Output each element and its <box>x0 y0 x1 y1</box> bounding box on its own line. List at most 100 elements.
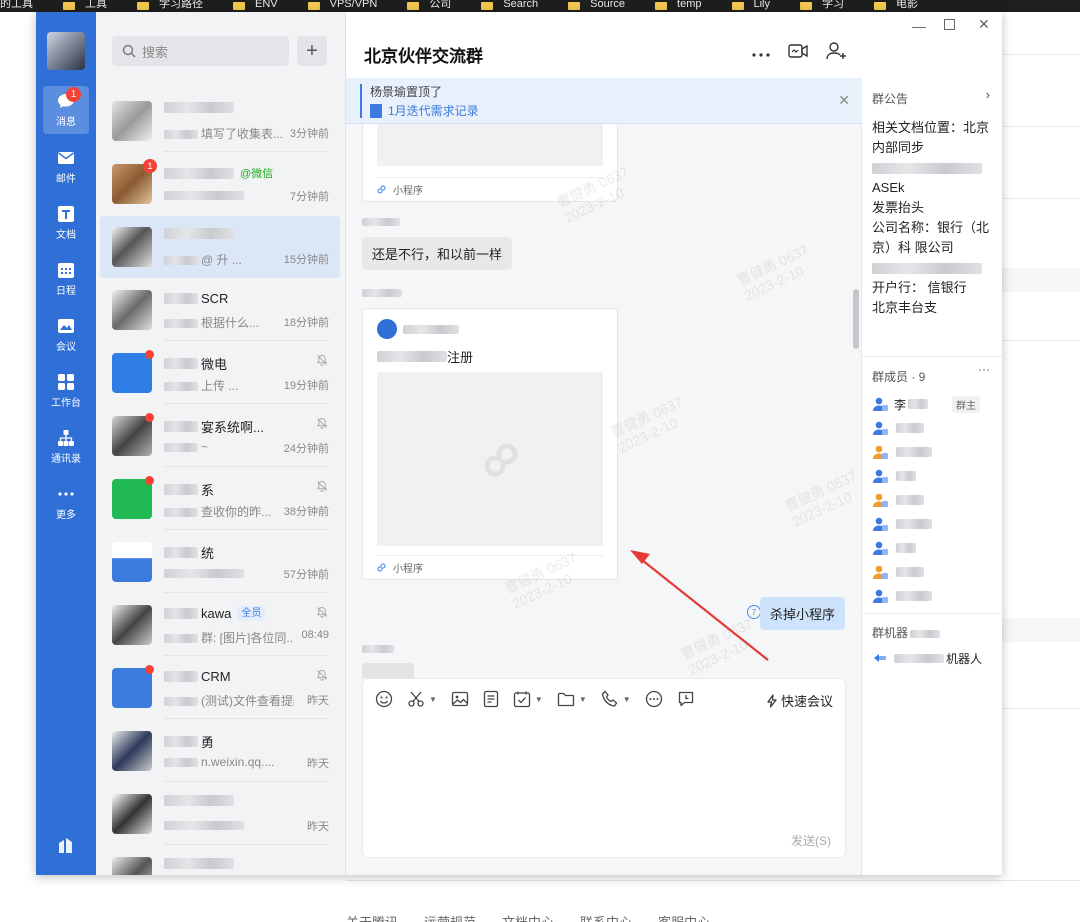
bookmark-item[interactable]: Source <box>568 0 625 10</box>
task-icon[interactable]: ▼ <box>513 689 543 709</box>
conversation-item[interactable]: kawa 全员 群: [图片]各位同... 08:49 <box>100 594 340 656</box>
footer-link[interactable]: 关于腾讯 <box>346 912 398 922</box>
member-item[interactable] <box>872 538 992 558</box>
bookmark-item[interactable]: 学习 <box>800 0 844 10</box>
folder-icon <box>307 2 320 10</box>
conversation-list: 搜索 + 填写了收集表... 3分钟前 1 @微信 7分钟前 @ 升 ... 15分钟前 SC… <box>96 12 346 875</box>
nav-item-mail[interactable]: 邮件 <box>43 143 89 191</box>
nav-item-contacts[interactable]: 通讯录 <box>43 423 89 471</box>
close-icon[interactable]: ✕ <box>838 92 850 109</box>
conversation-name: 系 <box>164 480 214 499</box>
member-item[interactable] <box>872 586 992 606</box>
conversation-item[interactable]: 勇 n.weixin.qq.... 昨天 <box>100 720 340 782</box>
screenshot-icon[interactable]: ▼ <box>407 689 437 709</box>
my-avatar[interactable] <box>47 32 85 70</box>
conversation-item[interactable]: 宴系统啊... ~24分钟前 <box>100 405 340 467</box>
members-title[interactable]: 群成员 · 9 <box>872 368 925 385</box>
conversation-item[interactable]: SCR 根据什么... 18分钟前 <box>100 279 340 341</box>
nav-label: 工作台 <box>51 398 81 409</box>
member-avatar-icon <box>873 517 888 531</box>
member-item[interactable] <box>872 442 992 462</box>
folder-icon[interactable]: ▼ <box>557 689 587 709</box>
maximize-icon[interactable] <box>944 17 955 33</box>
conversation-item[interactable]: CRM (测试)文件查看提醒 昨天 <box>100 657 340 719</box>
conversation-time: 57分钟前 <box>283 569 329 581</box>
member-item[interactable] <box>872 514 992 534</box>
footer-link[interactable]: 运营规范 <box>424 912 476 922</box>
robots-title[interactable]: 群机器 <box>872 624 941 641</box>
message-input[interactable] <box>375 723 835 823</box>
member-item[interactable] <box>872 490 992 510</box>
robot-item[interactable]: 机器人 <box>872 648 992 668</box>
pinned-doc-link[interactable]: 1月迭代需求记录 <box>370 102 479 119</box>
nav-item-more[interactable]: 更多 <box>43 479 89 527</box>
bookmark-item[interactable]: 公司 <box>407 0 451 10</box>
footer-link[interactable]: 客服中心 <box>658 912 710 922</box>
pinned-by-text: 杨景瑜置顶了 <box>370 85 443 99</box>
schedule-message-icon[interactable] <box>677 689 695 709</box>
conversation-name-text: 微电 <box>201 357 228 372</box>
bookmark-item[interactable]: 学习路径 <box>137 0 203 10</box>
message-bubble[interactable]: 还是不行，和以前一样 <box>362 237 513 270</box>
miniprogram-card[interactable]: 小程序 <box>362 124 618 202</box>
member-item[interactable] <box>872 466 992 486</box>
chat-scrollbar[interactable] <box>853 289 859 349</box>
conversation-item[interactable]: 1 @微信 7分钟前 <box>100 153 340 215</box>
footer-link[interactable]: 联系中心 <box>580 912 632 922</box>
unread-badge: 1 <box>66 87 81 102</box>
send-button[interactable]: 发送(S) <box>791 832 831 849</box>
add-button[interactable]: + <box>297 36 327 66</box>
miniprogram-card[interactable]: 注册 小程序 <box>362 308 618 580</box>
nav-item-workbench[interactable]: 工作台 <box>43 367 89 415</box>
bookmark-item[interactable]: 工具 <box>63 0 107 10</box>
meeting-icon <box>56 317 76 335</box>
member-item[interactable]: 李 群主 <box>872 394 992 414</box>
minimize-icon[interactable]: — <box>912 18 926 34</box>
member-item[interactable] <box>872 562 992 582</box>
bookmark-item[interactable]: ENV <box>233 0 278 10</box>
conversation-item[interactable]: 微电 上传 ... 19分钟前 <box>100 342 340 404</box>
mute-bell-icon <box>316 354 328 366</box>
chevron-right-icon[interactable]: › <box>986 87 990 102</box>
conversation-item[interactable]: 系查收你的昨... 38分钟前 <box>100 468 340 530</box>
nav-item-docs[interactable]: 文档 <box>43 199 89 247</box>
phone-icon[interactable]: ▼ <box>601 689 631 709</box>
conversation-item[interactable]: @ 升 ... 15分钟前 <box>100 216 340 278</box>
footer-link[interactable]: 文档中心 <box>502 912 554 922</box>
more-tools-icon[interactable] <box>645 689 663 709</box>
bookmark-label: 的工具 <box>0 0 33 10</box>
emoji-icon[interactable] <box>375 689 393 709</box>
conversation-name <box>164 102 237 113</box>
member-item[interactable] <box>872 418 992 438</box>
bookmark-item[interactable]: VPS/VPN <box>307 0 377 10</box>
nav-label: 文档 <box>56 230 76 241</box>
bookmark-item[interactable]: temp <box>655 0 702 10</box>
conversation-item[interactable]: [图片]昨天 <box>100 846 340 875</box>
nav-item-meeting[interactable]: 会议 <box>43 311 89 359</box>
image-icon[interactable] <box>451 689 469 709</box>
close-window-icon[interactable]: ✕ <box>978 16 990 33</box>
bookmark-item[interactable]: Search <box>481 0 538 10</box>
nav-item-messages[interactable]: 消息 1 <box>43 86 89 134</box>
add-member-icon[interactable] <box>826 42 848 63</box>
video-call-icon[interactable] <box>788 43 808 62</box>
app-logo-icon[interactable] <box>56 835 76 855</box>
doc-note-icon[interactable] <box>483 689 499 709</box>
conversation-item[interactable]: 填写了收集表... 3分钟前 <box>100 90 340 152</box>
conversation-time: 昨天 <box>307 821 329 833</box>
search-input[interactable]: 搜索 <box>112 36 289 66</box>
quick-meeting-button[interactable]: 快速会议 <box>766 691 833 710</box>
bookmark-item[interactable]: 的工具 <box>0 0 33 10</box>
bookmark-item[interactable]: 电影 <box>874 0 918 10</box>
pinned-message-bar[interactable]: 杨景瑜置顶了 1月迭代需求记录 ✕ <box>346 78 862 124</box>
conversation-item[interactable]: 统 57分钟前 <box>100 531 340 593</box>
conversation-item[interactable]: 昨天 <box>100 783 340 845</box>
conversation-name-text: 勇 <box>201 735 215 750</box>
members-more-icon[interactable]: ··· <box>978 362 990 376</box>
bookmark-item[interactable]: Lily <box>731 0 770 10</box>
more-options-icon[interactable] <box>752 45 770 60</box>
message-bubble <box>362 663 414 678</box>
nav-item-calendar[interactable]: 日程 <box>43 255 89 303</box>
conversation-preview: @ 升 ... <box>164 251 294 268</box>
announcement-title[interactable]: 群公告 <box>872 90 908 107</box>
